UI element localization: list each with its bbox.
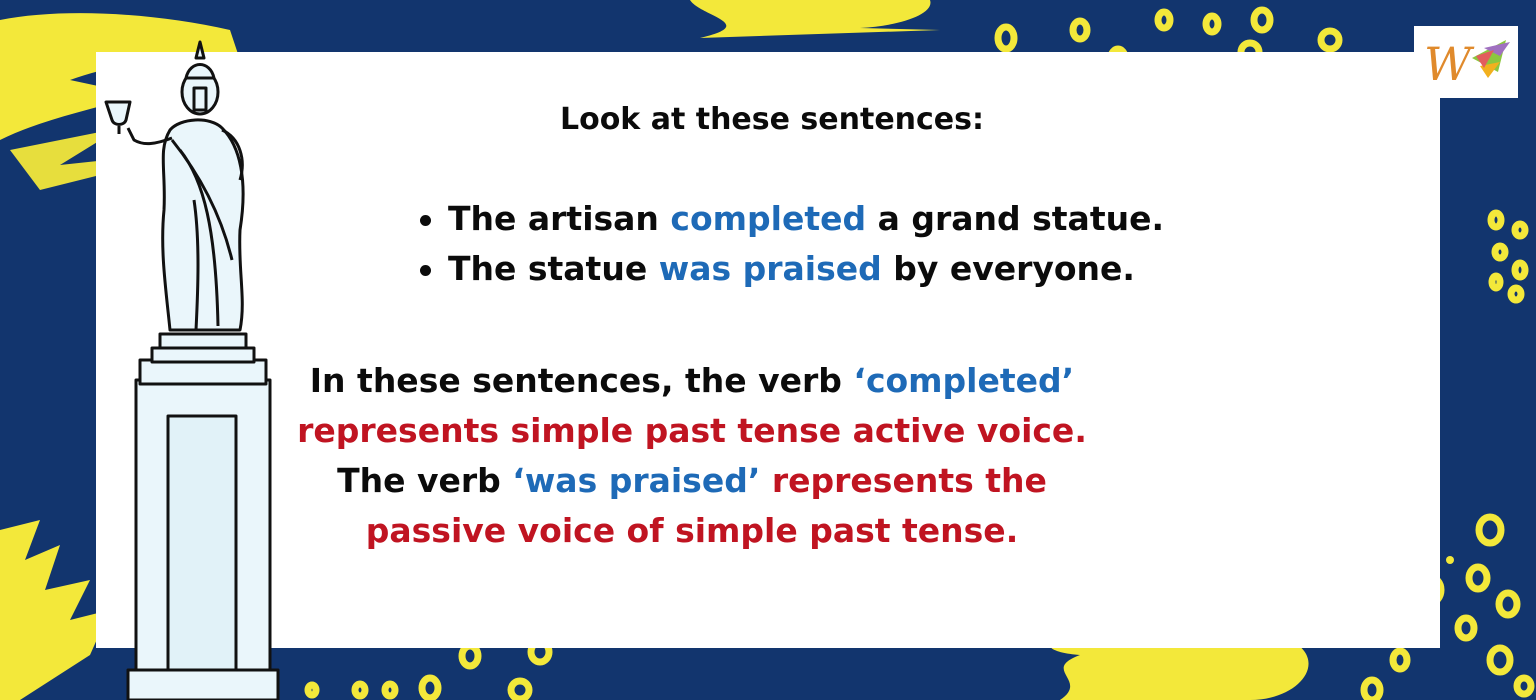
verb-highlight: ‘completed’ (853, 361, 1075, 400)
list-item: The statue was praised by everyone. (416, 244, 1164, 294)
verb-highlight: ‘was praised’ (512, 461, 761, 500)
example-text: a grand statue. (866, 199, 1165, 238)
example-text: The artisan (448, 199, 671, 238)
explanation-paragraph: In these sentences, the verb ‘completed’… (272, 356, 1112, 556)
example-text: by everyone. (881, 249, 1135, 288)
verb-highlight: was praised (658, 249, 882, 288)
list-item: The artisan completed a grand statue. (416, 194, 1164, 244)
tense-highlight: represents simple past tense active voic… (297, 411, 1087, 450)
explanation-text: The verb (337, 461, 513, 500)
lesson-text: Look at these sentences: The artisan com… (96, 52, 1440, 648)
verb-highlight: completed (670, 199, 867, 238)
example-text: The statue (448, 249, 659, 288)
explanation-text: In these sentences, the verb (309, 361, 854, 400)
example-list: The artisan completed a grand statue. Th… (416, 194, 1164, 294)
heading: Look at these sentences: (559, 102, 985, 137)
